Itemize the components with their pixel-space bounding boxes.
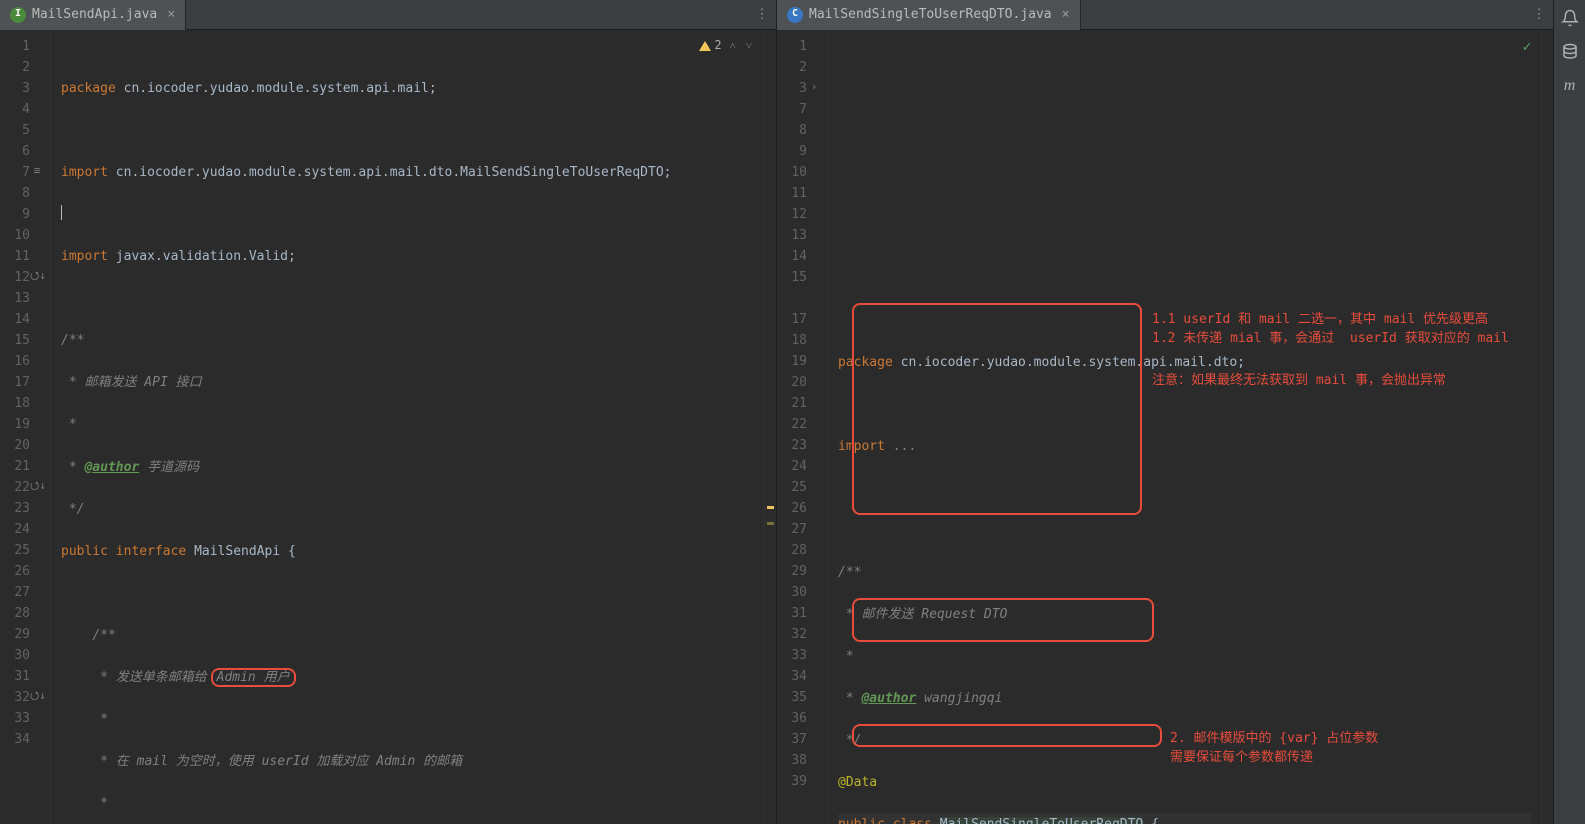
tab-mailsendsingledto[interactable]: C MailSendSingleToUserReqDTO.java × — [777, 0, 1081, 30]
right-editor[interactable]: 123789101112131415 171819202122232425262… — [777, 30, 1553, 824]
annotation-note-5: 需要保证每个参数都传递 — [1170, 747, 1313, 768]
database-icon[interactable] — [1560, 42, 1580, 62]
annotation-note-1: 1.1 userId 和 mail 二选一，其中 mail 优先级更高 — [1152, 309, 1488, 330]
chevron-up-icon[interactable]: ˄ — [728, 37, 738, 55]
close-icon[interactable]: × — [1058, 7, 1074, 23]
annotation-note-3: 注意：如果最终无法获取到 mail 事，会抛出异常 — [1152, 370, 1446, 391]
close-icon[interactable]: × — [163, 7, 179, 23]
left-marker-bar[interactable] — [764, 30, 776, 824]
chevron-down-icon[interactable]: ˅ — [744, 37, 754, 55]
left-editor[interactable]: 1234567891011121314151617181920212223242… — [0, 30, 776, 824]
override-mark-icon[interactable]: ⭯↓ — [30, 477, 44, 498]
annotation-admin: Admin 用户 — [211, 668, 296, 687]
warning-icon — [699, 41, 711, 51]
right-gutter: 123789101112131415 171819202122232425262… — [777, 30, 828, 824]
structure-mark-icon[interactable]: ≡ — [30, 162, 44, 183]
tab-filename: MailSendSingleToUserReqDTO.java — [809, 4, 1052, 25]
inspection-widget[interactable]: 2 ˄ ˅ — [699, 36, 754, 55]
left-gutter: 1234567891011121314151617181920212223242… — [0, 30, 51, 824]
class-icon: C — [787, 7, 803, 23]
override-mark-icon[interactable]: ⭯↓ — [30, 267, 44, 288]
no-problems-icon[interactable]: ✓ — [1523, 36, 1531, 59]
right-marker-bar[interactable] — [1541, 30, 1553, 824]
left-tabbar: I MailSendApi.java × ⋮ — [0, 0, 776, 30]
annotation-note-4: 2. 邮件模版中的 {var} 占位参数 — [1170, 728, 1378, 749]
warning-badge[interactable]: 2 — [699, 36, 721, 55]
annotation-note-2: 1.2 未传递 mial 事，会通过 userId 获取对应的 mail — [1152, 328, 1509, 349]
highlight-box-user-mail — [852, 303, 1142, 515]
maven-icon[interactable]: m — [1560, 76, 1580, 96]
tool-rail: m — [1553, 0, 1585, 824]
right-tabbar: C MailSendSingleToUserReqDTO.java × ⋮ — [777, 0, 1553, 30]
tab-filename: MailSendApi.java — [32, 4, 157, 25]
left-code-area[interactable]: 2 ˄ ˅ package cn.iocoder.yudao.module.sy… — [51, 30, 764, 824]
right-code-area[interactable]: ✓ 1.1 userId 和 mail 二选一，其中 mail 优先级更高 1.… — [828, 30, 1541, 824]
tab-actions-icon[interactable]: ⋮ — [748, 4, 776, 25]
left-editor-pane: I MailSendApi.java × ⋮ 12345678910111213… — [0, 0, 777, 824]
caret — [61, 205, 62, 220]
interface-icon: I — [10, 7, 26, 23]
tab-actions-icon[interactable]: ⋮ — [1525, 4, 1553, 25]
right-editor-pane: C MailSendSingleToUserReqDTO.java × ⋮ 12… — [777, 0, 1553, 824]
notifications-icon[interactable] — [1560, 8, 1580, 28]
highlight-box-template-params — [852, 724, 1162, 747]
tab-mailsendapi[interactable]: I MailSendApi.java × — [0, 0, 186, 30]
override-mark-icon[interactable]: ⭯↓ — [30, 687, 44, 708]
fold-chevron-icon[interactable]: › — [807, 78, 821, 99]
highlight-box-template-code — [852, 598, 1154, 642]
